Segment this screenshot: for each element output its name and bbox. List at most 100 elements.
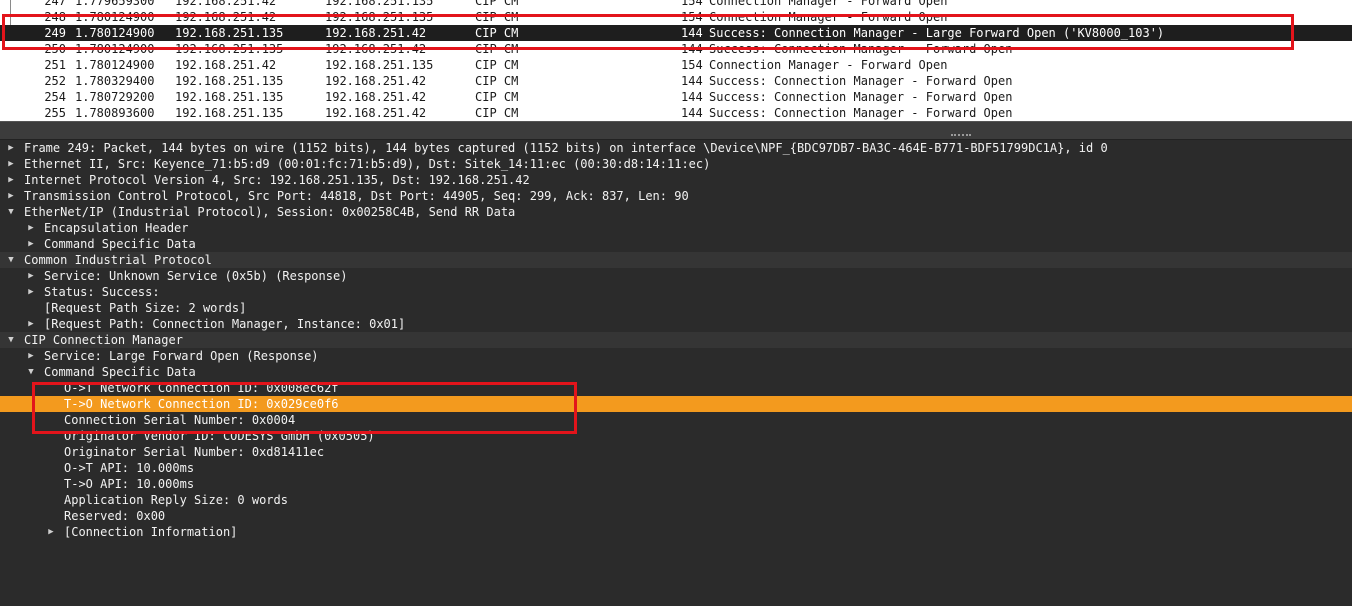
tree-item-label: Connection Serial Number: 0x0004	[64, 413, 296, 427]
tree-item-command-specific-data[interactable]: ▶ Command Specific Data	[0, 236, 1352, 252]
packet-length: 144	[681, 74, 703, 88]
tree-item-ipv4[interactable]: ▶ Internet Protocol Version 4, Src: 192.…	[0, 172, 1352, 188]
tree-item-label: Status: Success:	[44, 285, 160, 299]
tree-item-connection-serial-number[interactable]: Connection Serial Number: 0x0004	[0, 412, 1352, 428]
tree-item-label: Service: Unknown Service (0x5b) (Respons…	[44, 269, 348, 283]
packet-time: 1.780729200	[75, 90, 155, 104]
packet-source: 192.168.251.135	[175, 26, 284, 40]
packet-row[interactable]: 255 1.780893600 192.168.251.135 192.168.…	[0, 105, 1352, 121]
packet-no: 252	[44, 74, 66, 88]
packet-source: 192.168.251.135	[175, 90, 284, 104]
expand-arrow-icon[interactable]: ▶	[26, 284, 36, 300]
packet-row-selected[interactable]: 249 1.780124900 192.168.251.135 192.168.…	[0, 25, 1352, 41]
tree-item-status[interactable]: ▶ Status: Success:	[0, 284, 1352, 300]
packet-protocol: CIP CM	[475, 106, 519, 120]
packet-destination: 192.168.251.135	[325, 10, 434, 24]
packet-info: Connection Manager - Forward Open	[709, 0, 948, 8]
tree-item-label: Command Specific Data	[44, 365, 196, 379]
expand-arrow-icon[interactable]: ▶	[26, 348, 36, 364]
tree-item-to-connection-id-selected[interactable]: T->O Network Connection ID: 0x029ce0f6	[0, 396, 1352, 412]
tree-item-label: [Connection Information]	[64, 525, 238, 539]
packet-length: 144	[681, 106, 703, 120]
packet-source: 192.168.251.42	[175, 10, 277, 24]
packet-no: 248	[44, 10, 66, 24]
tree-item-ethernet[interactable]: ▶ Ethernet II, Src: Keyence_71:b5:d9 (00…	[0, 156, 1352, 172]
expand-arrow-icon[interactable]: ▶	[26, 220, 36, 236]
tree-item-tcp[interactable]: ▶ Transmission Control Protocol, Src Por…	[0, 188, 1352, 204]
packet-no: 247	[44, 0, 66, 8]
tree-item-label: [Request Path Size: 2 words]	[44, 301, 247, 315]
packet-row[interactable]: 252 1.780329400 192.168.251.135 192.168.…	[0, 73, 1352, 89]
packet-row[interactable]: 254 1.780729200 192.168.251.135 192.168.…	[0, 89, 1352, 105]
tree-item-originator-vendor-id[interactable]: Originator Vendor ID: CODESYS GmbH (0x05…	[0, 428, 1352, 444]
packet-source: 192.168.251.135	[175, 106, 284, 120]
packet-row[interactable]: 250 1.780124900 192.168.251.135 192.168.…	[0, 41, 1352, 57]
collapse-arrow-icon[interactable]: ▼	[6, 252, 16, 268]
tree-item-to-api[interactable]: T->O API: 10.000ms	[0, 476, 1352, 492]
tree-item-cip[interactable]: ▼ Common Industrial Protocol	[0, 252, 1352, 268]
packet-destination: 192.168.251.42	[325, 26, 427, 40]
collapse-arrow-icon[interactable]: ▼	[6, 332, 16, 348]
tree-item-frame[interactable]: ▶ Frame 249: Packet, 144 bytes on wire (…	[0, 140, 1352, 156]
tree-item-label: EtherNet/IP (Industrial Protocol), Sessi…	[24, 205, 516, 219]
tree-item-label: CIP Connection Manager	[24, 333, 183, 347]
packet-details-tree: ▶ Frame 249: Packet, 144 bytes on wire (…	[0, 140, 1352, 606]
packet-protocol: CIP CM	[475, 74, 519, 88]
packet-length: 154	[681, 10, 703, 24]
tree-item-cip-connection-manager[interactable]: ▼ CIP Connection Manager	[0, 332, 1352, 348]
tree-item-label: O->T API: 10.000ms	[64, 461, 195, 475]
packet-destination: 192.168.251.42	[325, 42, 427, 56]
splitter-grip-icon[interactable]	[951, 134, 971, 138]
packet-protocol: CIP CM	[475, 26, 519, 40]
packet-no: 255	[44, 106, 66, 120]
tree-item-request-path-size[interactable]: [Request Path Size: 2 words]	[0, 300, 1352, 316]
tree-item-label: Ethernet II, Src: Keyence_71:b5:d9 (00:0…	[24, 157, 711, 171]
tree-item-encapsulation-header[interactable]: ▶ Encapsulation Header	[0, 220, 1352, 236]
expand-arrow-icon[interactable]: ▶	[6, 172, 16, 188]
tree-item-enip[interactable]: ▼ EtherNet/IP (Industrial Protocol), Ses…	[0, 204, 1352, 220]
tree-item-label: Transmission Control Protocol, Src Port:…	[24, 189, 689, 203]
collapse-arrow-icon[interactable]: ▼	[6, 204, 16, 220]
tree-item-ot-connection-id[interactable]: O->T Network Connection ID: 0x008ec62f	[0, 380, 1352, 396]
packet-time: 1.780329400	[75, 74, 155, 88]
tree-item-service[interactable]: ▶ Service: Unknown Service (0x5b) (Respo…	[0, 268, 1352, 284]
expand-arrow-icon[interactable]: ▶	[46, 524, 56, 540]
pane-splitter[interactable]	[0, 121, 1352, 140]
packet-length: 154	[681, 0, 703, 8]
tree-item-cm-command-specific-data[interactable]: ▼ Command Specific Data	[0, 364, 1352, 380]
packet-source: 192.168.251.135	[175, 74, 284, 88]
expand-arrow-icon[interactable]: ▶	[6, 140, 16, 156]
collapse-arrow-icon[interactable]: ▼	[26, 364, 36, 380]
packet-time: 1.780893600	[75, 106, 155, 120]
expand-arrow-icon[interactable]: ▶	[26, 268, 36, 284]
expand-arrow-icon[interactable]: ▶	[6, 156, 16, 172]
packet-info: Success: Connection Manager - Forward Op…	[709, 106, 1013, 120]
packet-row[interactable]: 248 1.780124900 192.168.251.42 192.168.2…	[0, 9, 1352, 25]
packet-length: 144	[681, 42, 703, 56]
expand-arrow-icon[interactable]: ▶	[26, 236, 36, 252]
packet-destination: 192.168.251.135	[325, 58, 434, 72]
packet-info: Success: Connection Manager - Forward Op…	[709, 90, 1013, 104]
packet-time: 1.780124900	[75, 10, 155, 24]
tree-item-request-path[interactable]: ▶ [Request Path: Connection Manager, Ins…	[0, 316, 1352, 332]
tree-item-connection-information[interactable]: ▶ [Connection Information]	[0, 524, 1352, 540]
tree-item-service-large-forward-open[interactable]: ▶ Service: Large Forward Open (Response)	[0, 348, 1352, 364]
expand-arrow-icon[interactable]: ▶	[6, 188, 16, 204]
packet-time: 1.780124900	[75, 42, 155, 56]
packet-time: 1.780124900	[75, 58, 155, 72]
tree-item-label: Command Specific Data	[44, 237, 196, 251]
packet-protocol: CIP CM	[475, 0, 519, 8]
packet-time: 1.780124900	[75, 26, 155, 40]
tree-item-label: Originator Serial Number: 0xd81411ec	[64, 445, 325, 459]
packet-source: 192.168.251.42	[175, 0, 277, 8]
expand-arrow-icon[interactable]: ▶	[26, 316, 36, 332]
packet-info: Success: Connection Manager - Large Forw…	[709, 26, 1165, 40]
packet-row[interactable]: 247 1.779659300 192.168.251.42 192.168.2…	[0, 0, 1352, 9]
tree-item-ot-api[interactable]: O->T API: 10.000ms	[0, 460, 1352, 476]
tree-item-reserved[interactable]: Reserved: 0x00	[0, 508, 1352, 524]
tree-item-originator-serial-number[interactable]: Originator Serial Number: 0xd81411ec	[0, 444, 1352, 460]
packet-row[interactable]: 251 1.780124900 192.168.251.42 192.168.2…	[0, 57, 1352, 73]
tree-item-application-reply-size[interactable]: Application Reply Size: 0 words	[0, 492, 1352, 508]
tree-item-label: T->O API: 10.000ms	[64, 477, 195, 491]
tree-item-label: O->T Network Connection ID: 0x008ec62f	[64, 381, 339, 395]
